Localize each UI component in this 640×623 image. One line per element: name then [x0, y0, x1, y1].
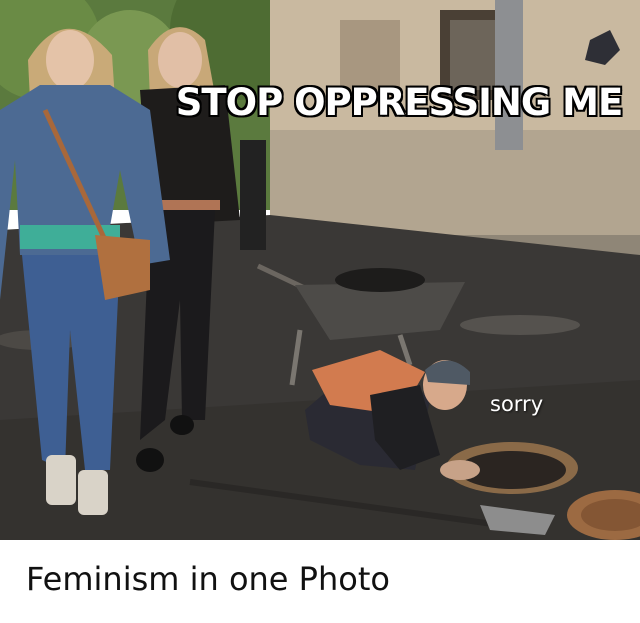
meme-image: STOP OPPRESSING ME sorry Feminism in one… [0, 0, 640, 623]
meme-top-text: STOP OPPRESSING ME [175, 81, 625, 124]
building [270, 0, 640, 255]
meme-caption: Feminism in one Photo [26, 560, 390, 598]
worker-speech-text: sorry [490, 392, 544, 416]
